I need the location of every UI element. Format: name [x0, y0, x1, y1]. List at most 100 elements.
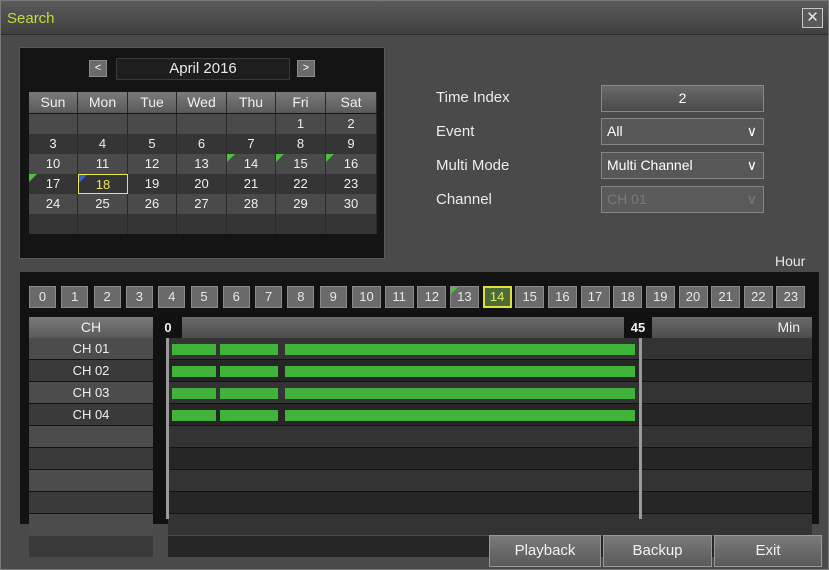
calendar-day[interactable]: 5: [128, 134, 177, 154]
hour-button[interactable]: 22: [743, 286, 773, 308]
calendar-day[interactable]: 3: [29, 134, 78, 154]
event-select[interactable]: All ∨: [601, 118, 764, 145]
calendar-day[interactable]: 16: [326, 154, 377, 174]
hour-button[interactable]: 13: [449, 286, 479, 308]
channel-row-label[interactable]: CH 02: [29, 360, 153, 381]
timeline-track-row[interactable]: [168, 360, 812, 381]
recording-segment[interactable]: [172, 344, 216, 355]
hour-button[interactable]: 18: [613, 286, 643, 308]
hour-button[interactable]: 7: [255, 286, 283, 308]
multi-mode-select[interactable]: Multi Channel ∨: [601, 152, 764, 179]
today-marker-icon: [79, 175, 87, 183]
recording-segment[interactable]: [284, 366, 635, 377]
calendar-day-number: 26: [144, 196, 160, 211]
calendar-day[interactable]: 25: [78, 194, 128, 214]
hour-button-selected[interactable]: 14: [482, 286, 512, 308]
calendar-day-number: 6: [197, 136, 206, 151]
calendar-day[interactable]: 11: [78, 154, 128, 174]
playback-button[interactable]: Playback: [489, 535, 601, 567]
hour-button[interactable]: 21: [711, 286, 741, 308]
calendar-day[interactable]: 24: [29, 194, 78, 214]
recording-segment[interactable]: [172, 388, 216, 399]
hour-button[interactable]: 3: [125, 286, 153, 308]
hour-button[interactable]: 20: [678, 286, 708, 308]
hour-button[interactable]: 17: [580, 286, 610, 308]
recording-segment[interactable]: [284, 344, 635, 355]
calendar-day[interactable]: 1: [276, 114, 326, 134]
recording-segment[interactable]: [220, 366, 278, 377]
channel-row-label[interactable]: CH 03: [29, 382, 153, 403]
hour-button[interactable]: 16: [547, 286, 577, 308]
exit-button[interactable]: Exit: [714, 535, 822, 567]
calendar-day[interactable]: 19: [128, 174, 177, 194]
hour-button[interactable]: 15: [515, 286, 545, 308]
calendar-day[interactable]: 29: [276, 194, 326, 214]
recording-segment[interactable]: [284, 388, 635, 399]
hour-button[interactable]: 11: [384, 286, 414, 308]
prev-month-button[interactable]: <: [89, 60, 107, 77]
channel-row-label[interactable]: CH 01: [29, 338, 153, 359]
next-month-button[interactable]: >: [297, 60, 315, 77]
time-index-button[interactable]: 2: [601, 85, 764, 112]
timeline-track-row[interactable]: [168, 514, 812, 535]
calendar-day[interactable]: 10: [29, 154, 78, 174]
timeline-cursor-line[interactable]: [639, 338, 642, 519]
channel-row-empty: [29, 514, 153, 535]
hour-button[interactable]: 12: [417, 286, 447, 308]
recording-segment[interactable]: [284, 410, 635, 421]
hour-button[interactable]: 8: [287, 286, 315, 308]
calendar-day[interactable]: 17: [29, 174, 78, 194]
hour-button[interactable]: 2: [93, 286, 121, 308]
channel-row-label[interactable]: CH 04: [29, 404, 153, 425]
calendar-day[interactable]: 21: [227, 174, 276, 194]
recording-segment[interactable]: [220, 388, 278, 399]
timeline-track-row[interactable]: [168, 448, 812, 469]
calendar-day[interactable]: 26: [128, 194, 177, 214]
timeline-track-row[interactable]: [168, 470, 812, 491]
calendar-day-selected[interactable]: 18: [78, 174, 128, 194]
hour-button[interactable]: 9: [319, 286, 347, 308]
timeline-track-row[interactable]: [168, 492, 812, 513]
hour-button[interactable]: 1: [61, 286, 89, 308]
timeline-panel: 0 1 2 3 4 5 6 7 8 9 10 11 12 13 14 15 16 17 18 19 20 21 22 23 C…: [19, 271, 820, 557]
calendar-day[interactable]: 28: [227, 194, 276, 214]
backup-button[interactable]: Backup: [603, 535, 712, 567]
calendar-day[interactable]: 22: [276, 174, 326, 194]
recording-segment[interactable]: [172, 410, 216, 421]
calendar-day[interactable]: 30: [326, 194, 377, 214]
calendar-day-number: 24: [45, 196, 61, 211]
calendar-day[interactable]: 23: [326, 174, 377, 194]
calendar-day[interactable]: 7: [227, 134, 276, 154]
recording-segment[interactable]: [172, 366, 216, 377]
calendar-day[interactable]: 13: [177, 154, 227, 174]
timeline-track-row[interactable]: [168, 426, 812, 447]
calendar-day[interactable]: 12: [128, 154, 177, 174]
hour-button[interactable]: 10: [352, 286, 381, 308]
calendar-week-row: 10 11 12 13 14 15 16: [29, 154, 377, 174]
hour-button[interactable]: 23: [776, 286, 806, 308]
close-icon[interactable]: ✕: [802, 8, 823, 28]
month-label: April 2016: [116, 58, 290, 80]
hour-button[interactable]: 19: [645, 286, 675, 308]
calendar-week-row: 3 4 5 6 7 8 9: [29, 134, 377, 154]
calendar-day[interactable]: 4: [78, 134, 128, 154]
calendar-day[interactable]: 20: [177, 174, 227, 194]
recording-segment[interactable]: [220, 344, 278, 355]
hour-button[interactable]: 0: [29, 286, 56, 308]
timeline-track-row[interactable]: [168, 404, 812, 425]
calendar-day[interactable]: 14: [227, 154, 276, 174]
timeline-track-row[interactable]: [168, 382, 812, 403]
calendar-day[interactable]: 9: [326, 134, 377, 154]
hour-button[interactable]: 5: [190, 286, 218, 308]
calendar-day[interactable]: 8: [276, 134, 326, 154]
hour-button[interactable]: 6: [222, 286, 250, 308]
calendar-day[interactable]: 6: [177, 134, 227, 154]
calendar-day[interactable]: 15: [276, 154, 326, 174]
event-value: All: [607, 123, 623, 139]
calendar-day[interactable]: 27: [177, 194, 227, 214]
hour-button[interactable]: 4: [158, 286, 186, 308]
calendar-day[interactable]: 2: [326, 114, 377, 134]
recording-segment[interactable]: [220, 410, 278, 421]
timeline-track-row[interactable]: [168, 338, 812, 359]
minute-scale[interactable]: 0 45 Min: [154, 317, 812, 338]
